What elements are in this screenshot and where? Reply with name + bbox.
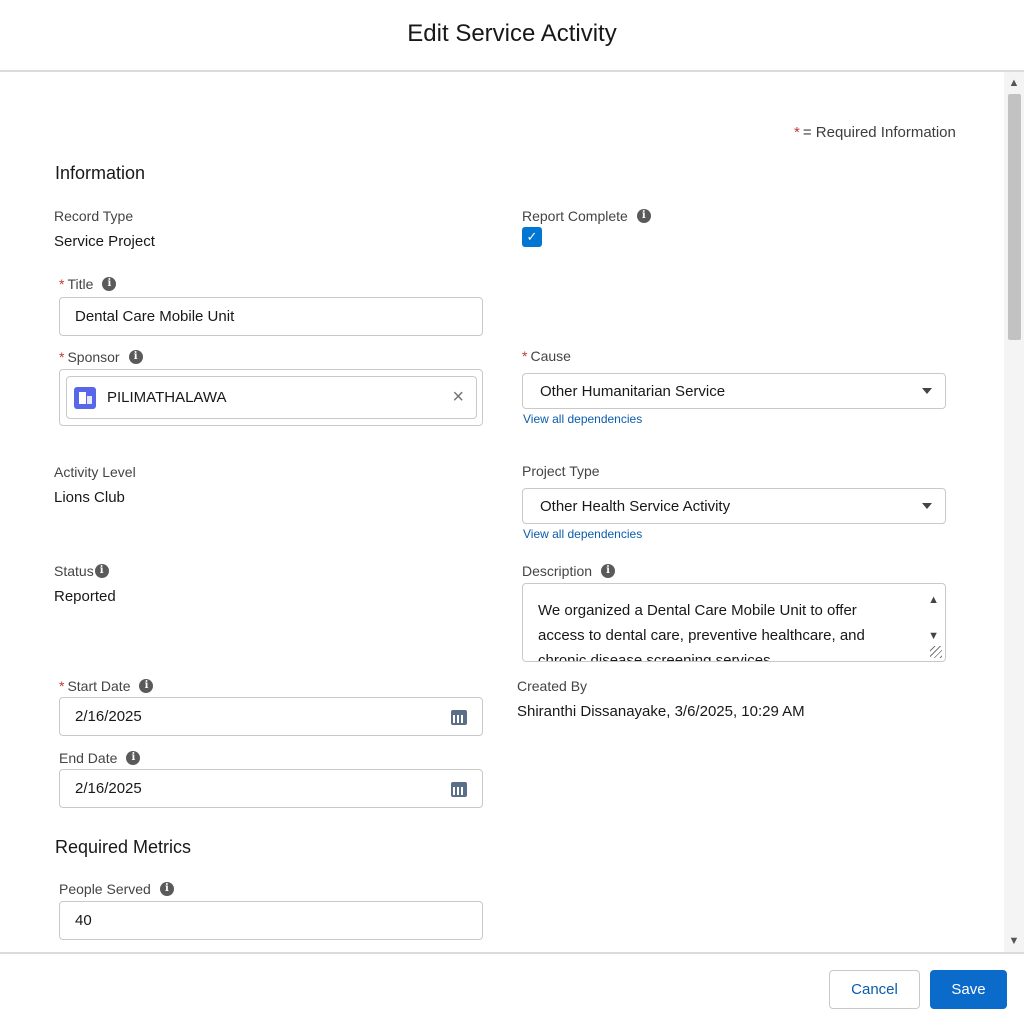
cause-dependencies-link[interactable]: View all dependencies: [523, 412, 642, 426]
project-type-dependencies-link[interactable]: View all dependencies: [523, 527, 642, 541]
report-complete-checkbox[interactable]: ✓: [522, 227, 542, 247]
start-date-input[interactable]: 2/16/2025: [59, 697, 483, 736]
sponsor-lookup[interactable]: PILIMATHALAWA ×: [59, 369, 483, 426]
sponsor-label: * Sponsor i: [59, 349, 143, 365]
chevron-down-icon: [922, 503, 932, 509]
status-value: Reported: [54, 588, 116, 605]
start-date-label: * Start Date i: [59, 678, 154, 694]
calendar-icon[interactable]: [451, 710, 467, 725]
description-textarea[interactable]: We organized a Dental Care Mobile Unit t…: [522, 583, 946, 662]
cause-select[interactable]: Other Humanitarian Service: [522, 373, 946, 409]
start-date-label-text: Start Date: [67, 678, 131, 694]
info-icon[interactable]: i: [139, 679, 154, 693]
required-legend-text: = Required Information: [802, 124, 956, 141]
end-date-input[interactable]: 2/16/2025: [59, 769, 483, 808]
required-legend: * = Required Information: [794, 124, 956, 141]
title-label-text: Title: [67, 276, 94, 292]
cause-label-text: Cause: [530, 348, 571, 364]
project-type-select[interactable]: Other Health Service Activity: [522, 488, 946, 524]
title-input[interactable]: Dental Care Mobile Unit: [59, 297, 483, 336]
project-type-label: Project Type: [522, 463, 600, 479]
resize-handle-icon[interactable]: [930, 646, 942, 658]
required-star: *: [59, 276, 65, 292]
description-label: Description i: [522, 563, 616, 579]
scrollbar-thumb[interactable]: [1008, 94, 1021, 340]
report-complete-label-text: Report Complete: [522, 208, 628, 224]
info-icon[interactable]: i: [159, 882, 174, 896]
project-type-select-value: Other Health Service Activity: [540, 497, 731, 515]
people-served-input[interactable]: 40: [59, 901, 483, 940]
scroll-up-icon[interactable]: ▲: [1004, 74, 1024, 92]
created-by-label-text: Created By: [517, 678, 588, 694]
close-icon[interactable]: ×: [452, 387, 464, 407]
activity-level-label-text: Activity Level: [54, 464, 136, 480]
save-button[interactable]: Save: [930, 970, 1007, 1009]
modal-scrollbar[interactable]: ▲ ▼: [1004, 72, 1024, 952]
people-served-value: 40: [75, 912, 92, 929]
created-by-value: Shiranthi Dissanayake, 3/6/2025, 10:29 A…: [517, 703, 805, 720]
cancel-button[interactable]: Cancel: [829, 970, 920, 1009]
modal-body[interactable]: * = Required Information Information Reco…: [0, 72, 1024, 952]
created-by-label: Created By: [517, 678, 587, 694]
title-label: * Title i: [59, 276, 117, 292]
required-star: *: [794, 124, 800, 141]
modal-footer: Cancel Save: [0, 952, 1024, 1022]
cause-select-value: Other Humanitarian Service: [540, 382, 726, 400]
sponsor-pill-text: PILIMATHALAWA: [107, 389, 227, 406]
report-complete-label: Report Complete i: [522, 208, 651, 224]
account-icon: [74, 386, 96, 409]
record-type-value: Service Project: [54, 233, 155, 250]
sponsor-label-text: Sponsor: [67, 349, 120, 365]
calendar-icon[interactable]: [451, 782, 467, 797]
info-icon[interactable]: i: [636, 209, 651, 223]
modal-title: Edit Service Activity: [407, 20, 617, 47]
activity-level-value: Lions Club: [54, 489, 125, 506]
info-icon[interactable]: i: [128, 350, 143, 364]
required-star: *: [59, 678, 65, 694]
people-served-label: People Served i: [59, 881, 174, 897]
record-type-label-text: Record Type: [54, 208, 134, 224]
modal-header: Edit Service Activity: [0, 0, 1024, 72]
record-type-label: Record Type: [54, 208, 133, 224]
cause-label: * Cause: [522, 348, 571, 364]
status-label: Status i: [54, 563, 109, 579]
required-star: *: [59, 349, 65, 365]
title-input-value: Dental Care Mobile Unit: [75, 308, 235, 325]
section-title-metrics: Required Metrics: [55, 837, 192, 857]
description-label-text: Description: [522, 563, 593, 579]
required-star: *: [522, 348, 528, 364]
end-date-label: End Date i: [59, 750, 141, 766]
info-icon[interactable]: i: [126, 751, 141, 765]
scroll-down-icon[interactable]: ▼: [1004, 932, 1024, 950]
people-served-label-text: People Served: [59, 881, 151, 897]
info-icon[interactable]: i: [102, 277, 117, 291]
info-icon[interactable]: i: [94, 564, 109, 578]
end-date-value: 2/16/2025: [75, 780, 142, 797]
section-title-information: Information: [55, 163, 146, 183]
end-date-label-text: End Date: [59, 750, 118, 766]
status-label-text: Status: [54, 563, 94, 579]
chevron-down-icon: [922, 388, 932, 394]
start-date-value: 2/16/2025: [75, 708, 142, 725]
project-type-label-text: Project Type: [522, 463, 600, 479]
activity-level-label: Activity Level: [54, 464, 136, 480]
description-text: We organized a Dental Care Mobile Unit t…: [538, 602, 865, 662]
sponsor-pill[interactable]: PILIMATHALAWA ×: [66, 376, 477, 419]
info-icon[interactable]: i: [601, 564, 616, 578]
scroll-up-icon[interactable]: ▲: [928, 588, 939, 613]
